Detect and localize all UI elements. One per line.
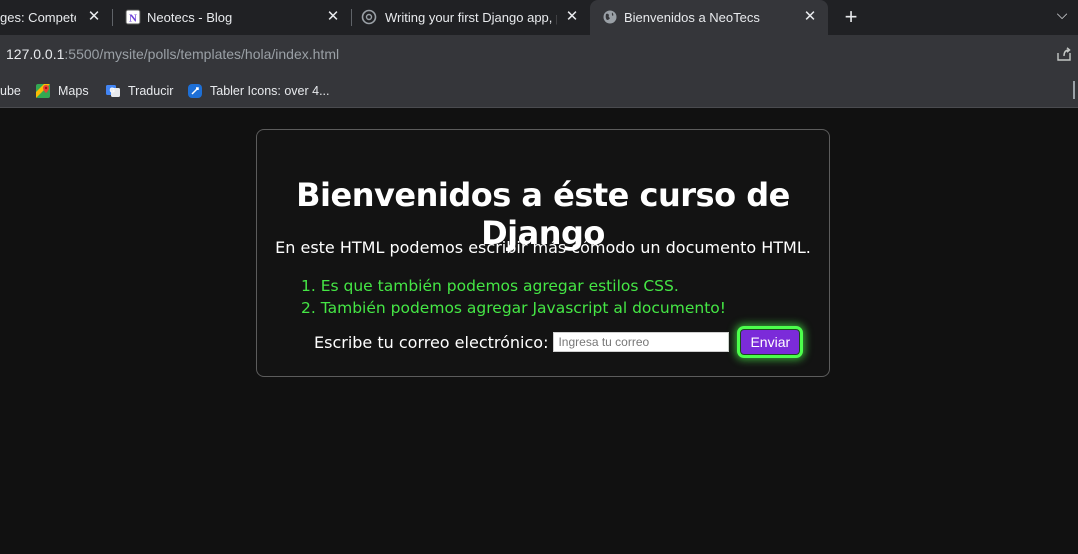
tab-neotecs-blog[interactable]: N Neotecs - Blog ✕ (113, 0, 351, 35)
tab-django-tutorial[interactable]: Writing your first Django app, pa ✕ (352, 0, 590, 35)
feature-list: 1. Es que también podemos agregar estilo… (301, 275, 726, 319)
url-field[interactable]: 127.0.0.1:5500/mysite/polls/templates/ho… (6, 46, 339, 62)
maps-icon (36, 84, 50, 98)
bookmark-traducir[interactable]: G Traducir (105, 81, 173, 101)
close-icon[interactable]: ✕ (564, 9, 580, 25)
close-icon[interactable]: ✕ (325, 9, 341, 25)
email-label: Escribe tu correo electrónico: (314, 332, 549, 352)
list-item: 2. También podemos agregar Javascript al… (301, 299, 726, 317)
list-item: 1. Es que también podemos agregar estilo… (301, 277, 679, 295)
email-form: Escribe tu correo electrónico: Enviar (314, 326, 804, 358)
bookmarks-bar: ube Maps G Traducir Tabler Icons: over 4… (0, 73, 1078, 108)
share-icon[interactable] (1056, 46, 1072, 62)
globe-icon (603, 10, 617, 24)
loading-icon (361, 9, 377, 25)
email-field[interactable] (553, 332, 730, 352)
submit-button[interactable]: Enviar (737, 326, 804, 358)
close-icon[interactable]: ✕ (86, 9, 102, 25)
tab-title: Bienvenidos a NeoTecs (624, 10, 760, 25)
bookmark-label: ube (0, 84, 21, 98)
content-card: Bienvenidos a éste curso de Django En es… (256, 129, 830, 377)
close-icon[interactable]: ✕ (802, 9, 818, 25)
bookmark-label: Traducir (128, 84, 174, 98)
tab-title: Neotecs - Blog (147, 10, 233, 25)
tab-title: ges: Compete (0, 10, 76, 25)
bookmark-maps[interactable]: Maps (35, 81, 89, 101)
tabler-icon (188, 84, 202, 98)
intro-text: En este HTML podemos escribir más cómodo… (275, 238, 811, 257)
tab-competitions[interactable]: ges: Compete ✕ (0, 0, 112, 35)
bookmarks-overflow-divider (1073, 81, 1075, 99)
svg-text:G: G (110, 88, 116, 95)
bookmark-youtube[interactable]: ube (0, 81, 21, 101)
translate-icon: G (106, 85, 120, 97)
page-viewport: Bienvenidos a éste curso de Django En es… (0, 109, 1078, 554)
notion-icon: N (125, 9, 141, 25)
bookmark-label: Maps (58, 84, 89, 98)
bookmark-label: Tabler Icons: over 4... (210, 84, 330, 98)
tab-strip: ges: Compete ✕ N Neotecs - Blog ✕ Writin… (0, 0, 1078, 35)
svg-text:N: N (129, 13, 137, 25)
chevron-down-icon[interactable]: ⌵ (1052, 6, 1072, 26)
url-path: :5500/mysite/polls/templates/hola/index.… (64, 46, 340, 62)
new-tab-button[interactable]: + (840, 6, 862, 28)
bookmark-tabler-icons[interactable]: Tabler Icons: over 4... (187, 81, 330, 101)
address-bar: 127.0.0.1:5500/mysite/polls/templates/ho… (0, 35, 1078, 73)
tab-bienvenidos[interactable]: Bienvenidos a NeoTecs ✕ (590, 0, 828, 35)
tab-title: Writing your first Django app, pa (385, 10, 557, 25)
url-host: 127.0.0.1 (6, 46, 65, 62)
